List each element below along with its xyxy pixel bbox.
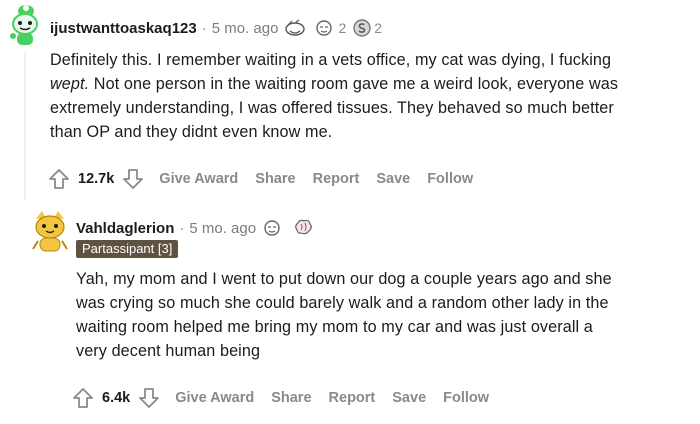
award-count: 2 (338, 20, 347, 36)
brain-award-icon (295, 219, 312, 235)
award-3[interactable]: 2 (352, 18, 382, 38)
award-2[interactable]: 2 (314, 19, 346, 37)
username[interactable]: ijustwanttoaskaq123 (50, 20, 197, 37)
share-button[interactable]: Share (271, 390, 311, 406)
separator: · (179, 219, 185, 237)
user-flair: Partassipant [3] (76, 240, 179, 258)
save-button[interactable]: Save (376, 171, 410, 187)
follow-button[interactable]: Follow (443, 390, 489, 406)
upvote-arrow-icon[interactable] (72, 387, 94, 409)
body-line: was crying so much she could barely walk… (76, 294, 609, 312)
award-1[interactable] (262, 219, 286, 237)
comment-actions: 12.7k Give Award Share Report Save Follo… (48, 168, 473, 190)
comment-body: Yah, my mom and I went to put down our d… (76, 267, 676, 363)
downvote-arrow-icon[interactable] (122, 168, 144, 190)
downvote-arrow-icon[interactable] (138, 387, 160, 409)
report-button[interactable]: Report (313, 171, 360, 187)
doodle-award-icon (285, 19, 306, 36)
comment-body: Definitely this. I remember waiting in a… (50, 48, 690, 144)
comment-2-reply: Vahldaglerion · 5 mo. ago Partassipant [… (0, 200, 700, 424)
avatar[interactable] (30, 209, 70, 255)
body-line: extremely understanding, I was offered t… (50, 99, 614, 117)
vote-group: 12.7k (48, 168, 144, 190)
share-button[interactable]: Share (255, 171, 295, 187)
face-award-icon (316, 20, 333, 36)
comment-meta: Vahldaglerion · 5 mo. ago (76, 218, 316, 238)
coin-award-icon (353, 19, 371, 37)
snoo-avatar-icon (10, 5, 38, 45)
award-count: 2 (374, 20, 383, 36)
body-line: Yah, my mom and I went to put down our d… (76, 270, 612, 288)
give-award-button[interactable]: Give Award (159, 171, 238, 187)
vote-group: 6.4k (72, 387, 160, 409)
give-award-button[interactable]: Give Award (175, 390, 254, 406)
body-line: very decent human being (76, 342, 261, 360)
save-button[interactable]: Save (392, 390, 426, 406)
award-2[interactable] (292, 218, 316, 238)
comment-1: ijustwanttoaskaq123 · 5 mo. ago 2 2 Defi… (0, 0, 700, 200)
timestamp[interactable]: 5 mo. ago (189, 220, 256, 237)
body-line: than OP and they didnt even know me. (50, 123, 333, 141)
upvote-arrow-icon[interactable] (48, 168, 70, 190)
body-line: wept. Not one person in the waiting room… (50, 75, 619, 93)
report-button[interactable]: Report (329, 390, 376, 406)
timestamp[interactable]: 5 mo. ago (212, 20, 279, 37)
username[interactable]: Vahldaglerion (76, 220, 174, 237)
body-line: Definitely this. I remember waiting in a… (50, 51, 612, 69)
snoo-avatar-icon (32, 211, 68, 252)
avatar[interactable] (6, 2, 44, 48)
comment-meta: ijustwanttoaskaq123 · 5 mo. ago 2 2 (50, 18, 382, 38)
vote-score: 6.4k (102, 390, 131, 406)
follow-button[interactable]: Follow (427, 171, 473, 187)
vote-score: 12.7k (78, 171, 115, 187)
separator: · (201, 19, 207, 37)
thread-line[interactable] (24, 52, 26, 200)
body-line: waiting room helped me bring my mom to m… (76, 318, 593, 336)
face-award-icon (264, 220, 280, 236)
comment-actions: 6.4k Give Award Share Report Save Follow (72, 387, 489, 409)
award-1[interactable] (284, 19, 308, 37)
